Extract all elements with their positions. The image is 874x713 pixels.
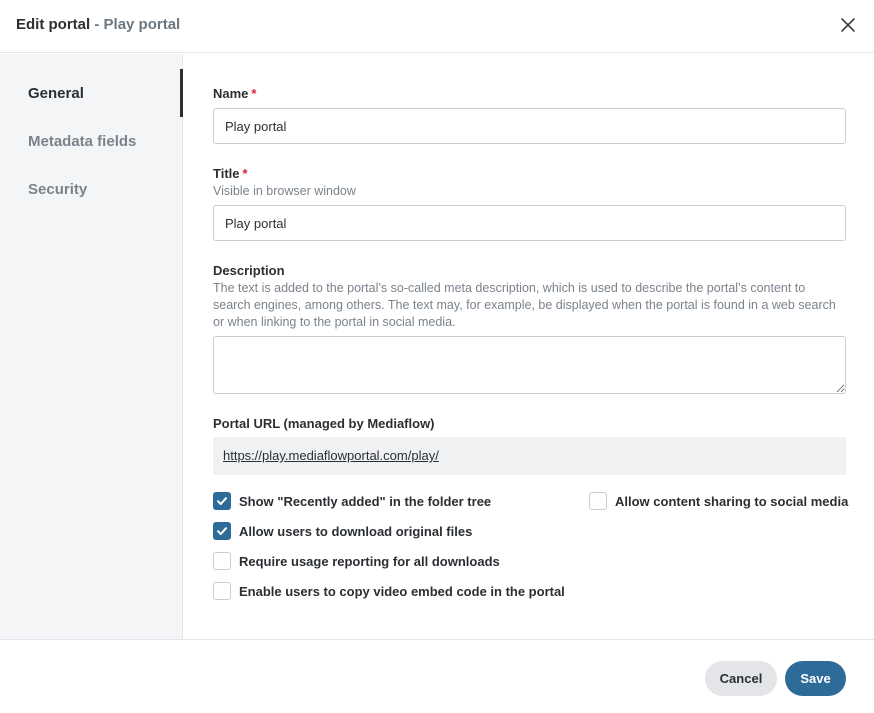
checkbox-checked[interactable] xyxy=(213,522,231,540)
portal-url-field: https://play.mediaflowportal.com/play/ xyxy=(213,437,846,475)
checkbox-checked[interactable] xyxy=(213,492,231,510)
dialog-title-separator: - xyxy=(90,16,104,33)
option-label: Require usage reporting for all download… xyxy=(239,553,500,569)
title-label-text: Title xyxy=(213,166,240,181)
name-input[interactable] xyxy=(213,108,846,144)
save-button[interactable]: Save xyxy=(785,661,846,696)
description-label: Description xyxy=(213,263,285,278)
option-require-usage-reporting[interactable]: Require usage reporting for all download… xyxy=(213,552,500,570)
dialog-title: Edit portal - Play portal xyxy=(16,16,180,33)
sidebar: General Metadata fields Security xyxy=(0,54,183,639)
required-mark: * xyxy=(251,86,257,101)
edit-portal-dialog: Edit portal - Play portal General Metada… xyxy=(0,0,874,713)
title-input[interactable] xyxy=(213,205,846,241)
description-hint: The text is added to the portal’s so-cal… xyxy=(213,281,836,329)
portal-url-label: Portal URL (managed by Mediaflow) xyxy=(213,416,435,431)
title-hint: Visible in browser window xyxy=(213,184,356,198)
option-label: Show "Recently added" in the folder tree xyxy=(239,493,492,509)
portal-url-link[interactable]: https://play.mediaflowportal.com/play/ xyxy=(223,448,439,463)
option-label: Enable users to copy video embed code in… xyxy=(239,583,565,599)
sidebar-item-metadata-fields[interactable]: Metadata fields xyxy=(28,133,136,150)
description-textarea[interactable] xyxy=(213,336,846,394)
dialog-subtitle: Play portal xyxy=(103,16,181,33)
required-mark: * xyxy=(242,166,248,181)
option-label: Allow content sharing to social media xyxy=(615,493,849,509)
checkmark-icon xyxy=(217,527,227,535)
checkbox-unchecked[interactable] xyxy=(213,552,231,570)
dialog-footer: Cancel Save xyxy=(0,639,874,713)
checkbox-unchecked[interactable] xyxy=(213,582,231,600)
title-label: Title * xyxy=(213,166,248,181)
option-allow-download-original[interactable]: Allow users to download original files xyxy=(213,522,472,540)
active-tab-indicator xyxy=(180,69,183,117)
name-label-text: Name xyxy=(213,86,249,101)
dialog-title-text: Edit portal xyxy=(16,16,91,33)
checkmark-icon xyxy=(217,497,227,505)
option-label: Allow users to download original files xyxy=(239,523,473,539)
name-label: Name * xyxy=(213,86,256,101)
option-allow-social-sharing[interactable]: Allow content sharing to social media xyxy=(589,492,848,510)
dialog-header: Edit portal - Play portal xyxy=(0,0,874,53)
cancel-button[interactable]: Cancel xyxy=(705,661,777,696)
sidebar-item-general[interactable]: General xyxy=(28,85,84,102)
sidebar-item-security[interactable]: Security xyxy=(28,181,87,198)
close-icon[interactable] xyxy=(838,15,858,35)
checkbox-unchecked[interactable] xyxy=(589,492,607,510)
option-show-recently-added[interactable]: Show "Recently added" in the folder tree xyxy=(213,492,491,510)
option-enable-embed-code[interactable]: Enable users to copy video embed code in… xyxy=(213,582,565,600)
